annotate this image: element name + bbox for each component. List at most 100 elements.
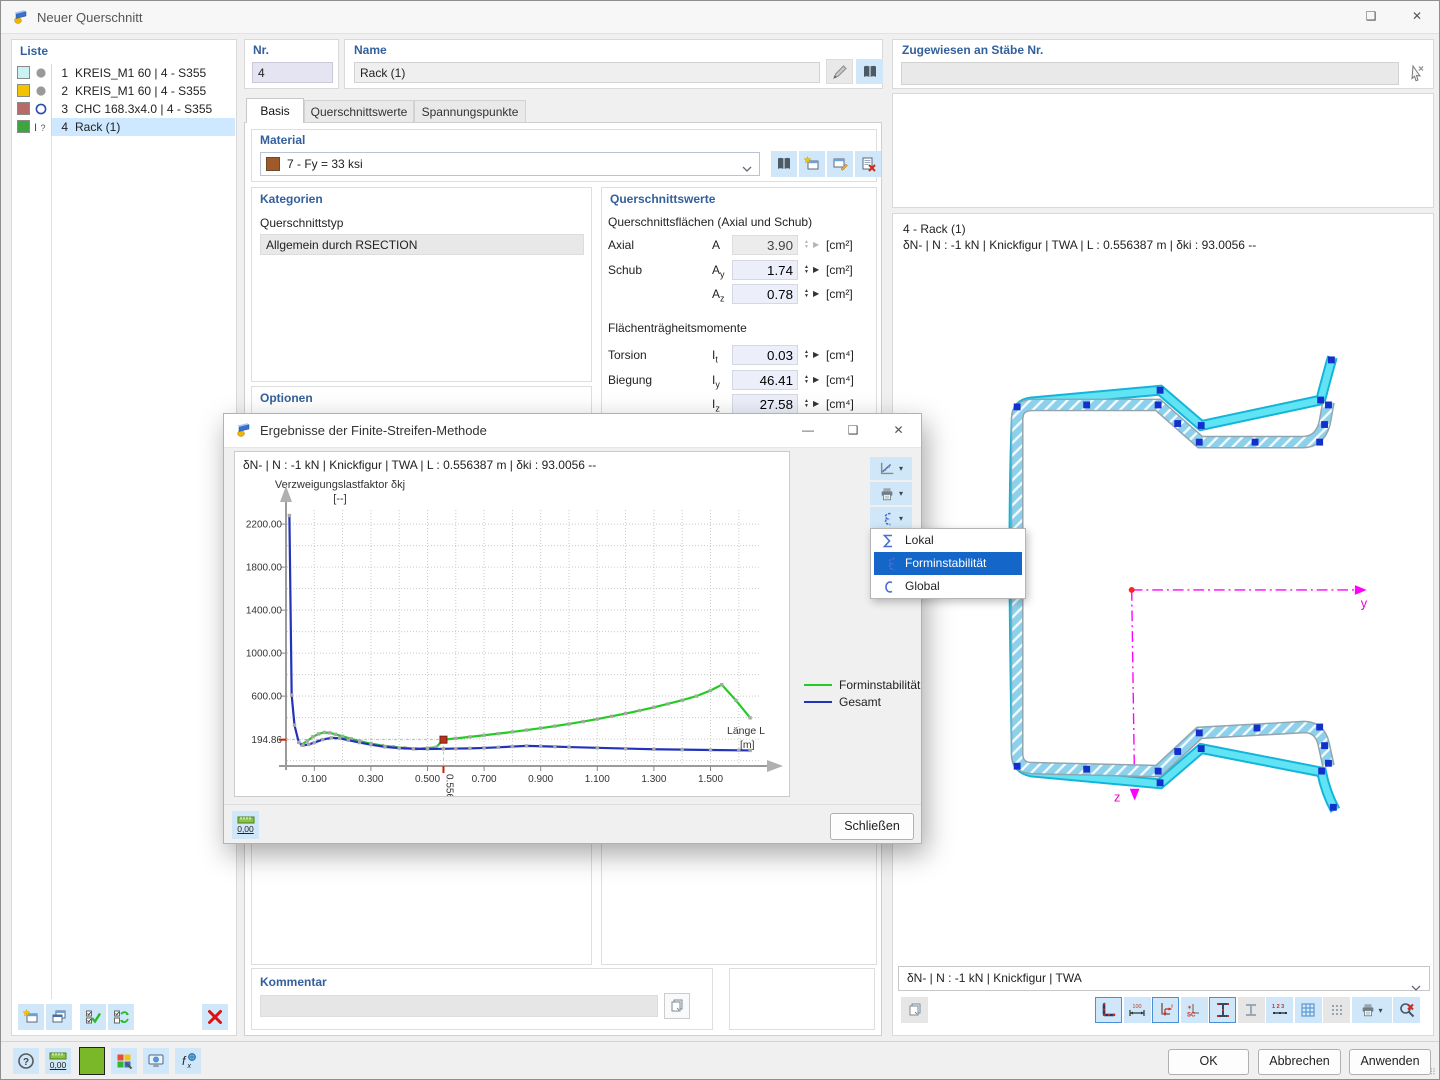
printer-button[interactable]: ▾ [1352,997,1392,1023]
detail-arrow[interactable]: ▶ [813,370,819,390]
shear-center-button[interactable]: ✶SC [1181,997,1208,1023]
delete-item-button[interactable] [202,1004,228,1030]
popup-minimize-button[interactable]: — [786,414,830,446]
material-combobox[interactable]: 7 - Fy = 33 ksi [260,152,760,176]
tab-strip: BasisQuerschnittswerteSpannungspunkte [244,98,882,123]
centroid-point [1129,587,1135,593]
svg-text:✶: ✶ [1187,1005,1192,1012]
check-all-button[interactable] [80,1004,106,1030]
spinner[interactable]: ▲▼ [802,236,811,250]
list-item[interactable]: 1KREIS_M1 60 | 4 - S355 [13,64,235,82]
detail-arrow[interactable]: ▶ [813,345,819,365]
result-selector[interactable]: δN- | N : -1 kN | Knickfigur | TWA [898,966,1430,991]
list-item[interactable]: 3CHC 168.3x4.0 | 4 - S355 [13,100,235,118]
new-material-button[interactable] [799,151,825,177]
mode-form-dropdown-button[interactable]: ▾ [870,507,912,530]
tab-spannungspunkte[interactable]: Spannungspunkte [414,100,526,123]
help-button[interactable]: ? [13,1048,39,1074]
name-input[interactable] [354,62,820,83]
ok-button[interactable]: OK [1168,1049,1249,1075]
kommentar-copy-button[interactable] [664,993,690,1019]
copy-item-button[interactable] [46,1004,72,1030]
ibeam-disabled-button[interactable] [1238,997,1265,1023]
tab-basis[interactable]: Basis [246,98,304,123]
filter-button[interactable] [901,997,928,1023]
nr-input[interactable] [252,62,333,83]
close-button[interactable]: ✕ [1395,1,1439,32]
name-label: Name [354,43,387,57]
grid-button[interactable] [1295,997,1322,1023]
svg-text:1400.00: 1400.00 [246,606,283,617]
dots-grid-button[interactable] [1323,997,1350,1023]
value-input[interactable] [732,370,798,390]
units-button[interactable]: 0,00 [45,1048,71,1074]
zoom-cancel-button[interactable] [1393,997,1420,1023]
svg-text:600.00: 600.00 [251,692,282,703]
list-item[interactable]: 2KREIS_M1 60 | 4 - S355 [13,82,235,100]
spinner[interactable]: ▲▼ [802,346,811,360]
kommentar-side-box [729,968,875,1030]
printer-dropdown-button[interactable]: ▾ [870,482,912,505]
display-button[interactable] [143,1048,169,1074]
cancel-button[interactable]: Abbrechen [1258,1049,1341,1075]
z-axis-arrow [1130,789,1140,801]
units-button[interactable]: 0,00 [232,811,259,839]
popup-close-button[interactable]: ✕ [876,414,921,446]
svg-text:[--]: [--] [333,493,346,505]
function-button[interactable]: fx [175,1048,201,1074]
list-item[interactable]: I?4Rack (1) [13,118,235,136]
value-input[interactable] [732,345,798,365]
profile-outline-button[interactable] [1095,997,1122,1023]
library-button[interactable] [771,151,797,177]
palette-button[interactable] [111,1048,137,1074]
numbering-button[interactable]: 1 2 3 [1266,997,1293,1023]
querschnittstyp-input[interactable] [260,234,584,255]
symbol: Ay [712,260,725,284]
chart-settings-dropdown-button[interactable]: ▾ [870,457,912,480]
resize-grip[interactable]: ⠿ [1429,1067,1437,1078]
maximize-button[interactable]: ❑ [1349,1,1393,32]
node-marker [1321,421,1328,428]
pick-members-button[interactable] [1401,59,1430,86]
cross-section-drawing: y z [899,262,1429,962]
swap-selection-button[interactable] [108,1004,134,1030]
tab-querschnittswerte[interactable]: Querschnittswerte [304,100,414,123]
value-row: Az▲▼▶[cm²] [602,284,876,305]
unit-label: [cm²] [826,235,853,255]
detail-arrow[interactable]: ▶ [813,394,819,414]
detail-arrow[interactable]: ▶ [813,260,819,280]
spinner[interactable]: ▲▼ [802,371,811,385]
apply-button[interactable]: Anwenden [1349,1049,1431,1075]
close-dialog-button[interactable]: Schließen [830,813,914,840]
rename-button[interactable] [826,59,853,84]
value-input[interactable] [732,235,798,255]
edit-material-button[interactable] [827,151,853,177]
unit-label: [cm²] [826,260,853,280]
menu-item-forminstabilität[interactable]: Forminstabilität [874,552,1022,575]
spinner[interactable]: ▲▼ [802,261,811,275]
value-input[interactable] [732,260,798,280]
new-item-button[interactable] [18,1004,44,1030]
detail-arrow[interactable]: ▶ [813,284,819,304]
unit-label: [cm⁴] [826,394,854,414]
assigned-input[interactable] [901,62,1399,85]
value-input[interactable] [732,284,798,304]
color-swatch-button[interactable] [79,1047,105,1075]
node-marker [1254,725,1261,732]
value-input[interactable] [732,394,798,414]
library-button[interactable] [856,59,883,84]
fsm-chart: Verzweigungslastfaktor δkj[--]2200.00180… [235,478,789,796]
remove-material-button[interactable] [855,151,881,177]
menu-item-lokal[interactable]: Lokal [871,529,1025,552]
spinner[interactable]: ▲▼ [802,285,811,299]
menu-item-global[interactable]: Global [871,575,1025,598]
list-item-label: KREIS_M1 60 | 4 - S355 [75,82,206,100]
spinner[interactable]: ▲▼ [802,395,811,409]
popup-maximize-button[interactable]: ❑ [831,414,875,446]
profile-axes-button[interactable]: y [1152,997,1179,1023]
circle-solid-icon [34,66,48,80]
kommentar-input[interactable] [260,995,658,1017]
stress-ibeam-button[interactable] [1209,997,1236,1023]
dimensions-button[interactable]: 100 [1124,997,1151,1023]
detail-arrow[interactable]: ▶ [813,235,819,255]
